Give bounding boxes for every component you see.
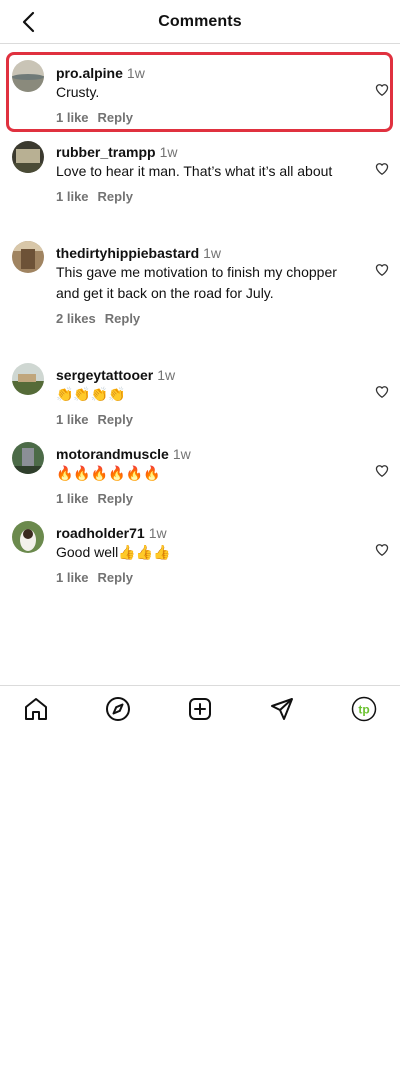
comment-username[interactable]: sergeytattooer	[56, 367, 153, 383]
profile-initials: tp	[358, 703, 369, 717]
nav-create-button[interactable]	[187, 696, 213, 722]
comment-username[interactable]: rubber_trampp	[56, 144, 156, 160]
avatar[interactable]	[12, 60, 44, 92]
comment-time: 1w	[126, 65, 145, 81]
avatar[interactable]	[12, 521, 44, 553]
avatar[interactable]	[12, 442, 44, 474]
reply-button[interactable]: Reply	[98, 412, 133, 427]
home-icon	[25, 698, 47, 720]
heart-icon[interactable]	[375, 385, 389, 399]
comment-text: Crusty.	[56, 84, 100, 100]
create-icon	[189, 698, 211, 720]
comment-username[interactable]: thedirtyhippiebastard	[56, 245, 199, 261]
avatar[interactable]	[12, 141, 44, 173]
nav-profile-button[interactable]: tp	[351, 696, 377, 722]
nav-home-button[interactable]	[23, 696, 49, 722]
heart-icon[interactable]	[375, 464, 389, 478]
heart-icon[interactable]	[375, 543, 389, 557]
back-button[interactable]	[16, 10, 40, 34]
comment-time: 1w	[172, 446, 191, 462]
reply-button[interactable]: Reply	[98, 110, 133, 125]
comment-time: 1w	[148, 525, 167, 541]
comment-time: 1w	[203, 245, 222, 261]
reply-button[interactable]: Reply	[98, 570, 133, 585]
reply-button[interactable]: Reply	[98, 491, 133, 506]
header: Comments	[0, 0, 400, 44]
comment-text: Good well👍👍👍	[56, 544, 171, 560]
comment-likes[interactable]: 1 like	[56, 491, 89, 506]
comment-likes[interactable]: 2 likes	[56, 311, 96, 326]
comment-likes[interactable]: 1 like	[56, 570, 89, 585]
bottom-nav: tp	[0, 685, 400, 731]
comment-username[interactable]: pro.alpine	[56, 65, 123, 81]
explore-icon	[106, 697, 130, 721]
comment-username[interactable]: roadholder71	[56, 525, 145, 541]
nav-explore-button[interactable]	[105, 696, 131, 722]
comment-likes[interactable]: 1 like	[56, 412, 89, 427]
heart-icon[interactable]	[375, 162, 389, 176]
page-title: Comments	[158, 12, 242, 30]
comment-time: 1w	[159, 144, 178, 160]
nav-messages-button[interactable]	[269, 696, 295, 722]
comment-username[interactable]: motorandmuscle	[56, 446, 169, 462]
reply-button[interactable]: Reply	[98, 189, 133, 204]
direct-message-icon	[271, 698, 293, 720]
avatar[interactable]	[12, 363, 44, 395]
comment-likes[interactable]: 1 like	[56, 110, 89, 125]
comment-time: 1w	[157, 367, 176, 383]
heart-icon[interactable]	[375, 83, 389, 97]
comment-text: 👏👏👏👏	[56, 386, 126, 402]
avatar[interactable]	[12, 241, 44, 273]
comment-text: 🔥🔥🔥🔥🔥🔥	[56, 465, 161, 481]
comment-text: Love to hear it man. That’s what it’s al…	[56, 163, 333, 179]
comment-likes[interactable]: 1 like	[56, 189, 89, 204]
chevron-left-icon	[22, 11, 35, 33]
reply-button[interactable]: Reply	[105, 311, 140, 326]
comment-text: This gave me motivation to finish my cho…	[56, 264, 337, 301]
profile-icon: tp	[351, 696, 377, 722]
heart-icon[interactable]	[375, 263, 389, 277]
